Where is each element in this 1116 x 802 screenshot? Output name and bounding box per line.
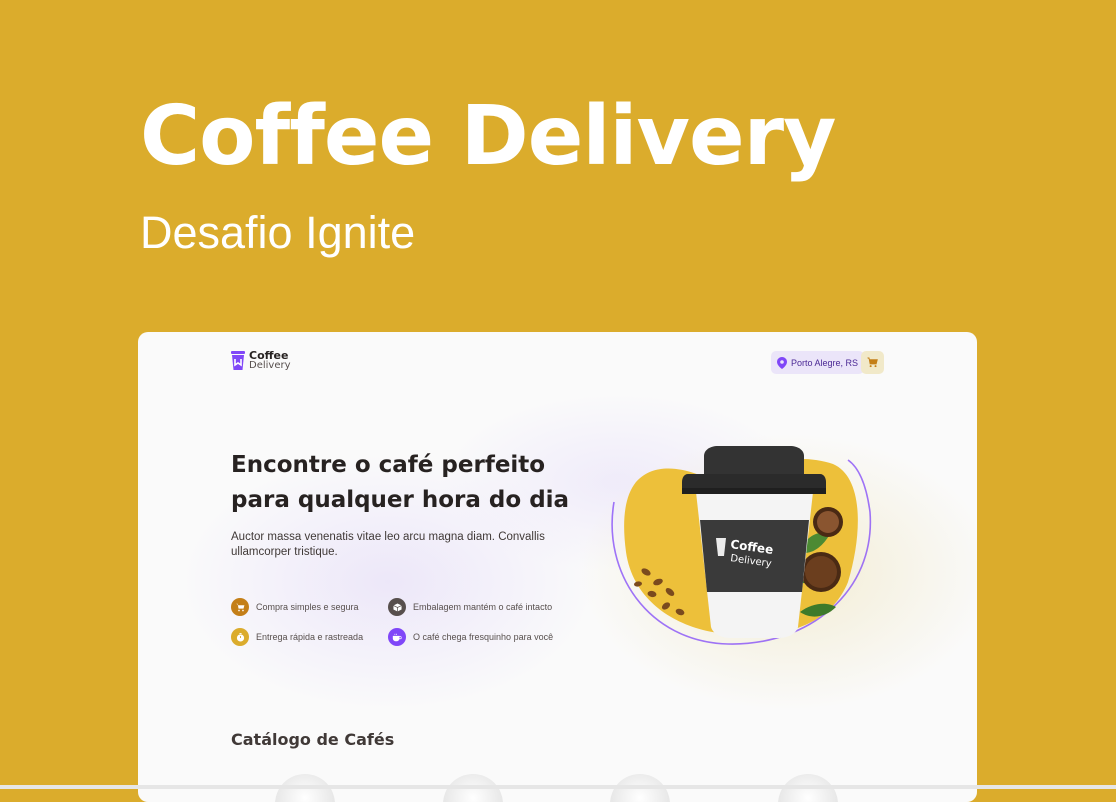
hero-headline: Encontre o café perfeito para qualquer h… — [231, 448, 591, 518]
hero-intro: Auctor massa venenatis vitae leo arcu ma… — [231, 531, 545, 558]
feature-label: Entrega rápida e rastreada — [256, 632, 364, 642]
banner-subtitle: Desafio Ignite — [140, 207, 416, 258]
location-button[interactable]: Porto Alegre, RS — [771, 351, 865, 374]
hero-headline-line2: para qualquer hora do dia — [231, 487, 570, 513]
app-logo[interactable]: Coffee Delivery — [231, 350, 291, 371]
logo-line2: Delivery — [249, 360, 291, 371]
cart-button[interactable] — [861, 351, 884, 374]
banner-title: Coffee Delivery — [140, 89, 836, 184]
feature-label: Embalagem mantém o café intacto — [413, 602, 553, 612]
timer-icon — [231, 628, 249, 646]
catalog-title: Catálogo de Cafés — [231, 730, 395, 749]
bottom-edge — [0, 785, 1116, 789]
cart-icon — [867, 357, 878, 368]
location-label: Porto Alegre, RS — [791, 357, 859, 368]
coffee-cup-illustration: Coffee Delivery — [611, 446, 872, 645]
package-icon — [388, 598, 406, 616]
feature-item: O café chega fresquinho para você — [388, 628, 553, 646]
cart-icon — [231, 598, 249, 616]
coffee-cup-logo-icon — [231, 350, 245, 370]
feature-item: Embalagem mantém o café intacto — [388, 598, 552, 616]
coffee-icon — [388, 628, 406, 646]
feature-label: Compra simples e segura — [256, 602, 359, 612]
app-screenshot-card: Coffee Delivery Porto Alegre, RS Encontr… — [138, 332, 977, 802]
map-pin-icon — [777, 356, 787, 369]
feature-label: O café chega fresquinho para você — [413, 632, 554, 642]
feature-item: Compra simples e segura — [231, 598, 359, 616]
feature-item: Entrega rápida e rastreada — [231, 628, 363, 646]
hero-headline-line1: Encontre o café perfeito — [231, 452, 546, 478]
